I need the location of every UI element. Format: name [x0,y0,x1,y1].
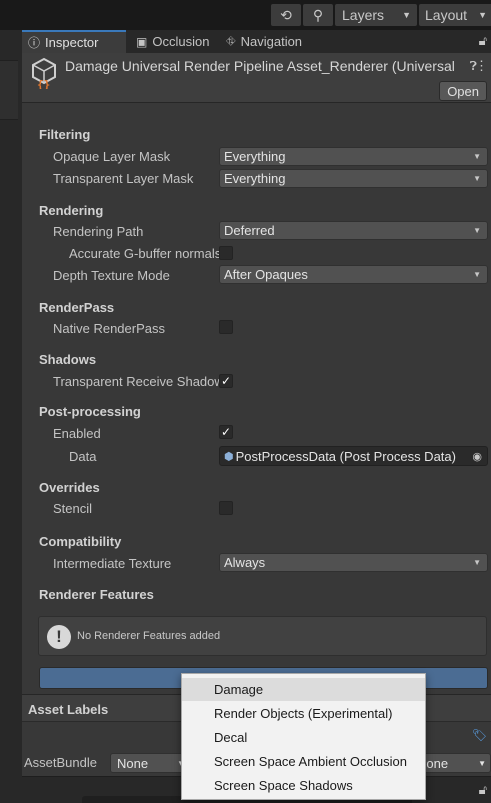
chevron-down-icon: ▼ [473,270,481,279]
accurate-gbuffer-normals-label: Accurate G-buffer normals [69,246,222,261]
left-panel-item[interactable] [0,60,18,120]
tab-navigation[interactable]: ⛗ Navigation [220,30,320,53]
renderer-features-helpbox: ! No Renderer Features added [38,616,487,656]
section-renderpass: RenderPass [39,300,115,315]
depth-texture-mode-dropdown[interactable]: After Opaques ▼ [219,265,488,284]
pp-data-label: Data [69,449,97,464]
svg-text:{}: {} [37,78,50,89]
lock-icon[interactable]: 🔓︎ [479,782,487,798]
open-button[interactable]: Open [439,81,487,101]
inspector-header: {} Damage Universal Render Pipeline Asse… [22,53,491,103]
tab-occlusion[interactable]: ▣ Occlusion [130,30,216,53]
accurate-gbuffer-normals-checkbox[interactable] [219,246,233,260]
pp-data-value: PostProcessData (Post Process Data) [235,448,456,464]
renderer-feature-popup-menu: Damage Render Objects (Experimental) Dec… [181,673,426,800]
pp-enabled-label: Enabled [53,426,101,441]
chevron-down-icon: ▼ [473,174,481,183]
rendering-path-label: Rendering Path [53,224,144,239]
navigation-icon: ⛗ [226,34,236,48]
occlusion-icon: ▣ [136,34,148,49]
section-compatibility: Compatibility [39,534,122,549]
menu-item-ssao[interactable]: Screen Space Ambient Occlusion [182,750,425,773]
section-renderer-features: Renderer Features [39,587,154,602]
history-icon[interactable]: ⟲ [271,4,301,26]
assetbundle-label: AssetBundle [24,755,97,770]
no-renderer-features-message: No Renderer Features added [77,630,221,642]
info-icon: ⓘ [28,36,41,50]
transparent-receive-shadows-label: Transparent Receive Shadows [53,374,231,389]
intermediate-texture-label: Intermediate Texture [53,556,172,571]
menu-item-decal[interactable]: Decal [182,726,425,749]
depth-texture-mode-value: After Opaques [224,267,308,282]
layout-label: Layout [425,7,468,23]
transparent-layer-mask-label: Transparent Layer Mask [53,171,194,186]
opaque-layer-mask-value: Everything [224,149,286,164]
tab-inspector[interactable]: ⓘ Inspector [22,30,126,53]
pp-data-object-field[interactable]: ⬢ PostProcessData (Post Process Data) ◉ [219,446,488,466]
intermediate-texture-value: Always [224,555,266,570]
stencil-label: Stencil [53,501,93,516]
native-renderpass-label: Native RenderPass [53,321,165,336]
layers-dropdown[interactable]: Layers ▼ [335,4,417,26]
section-filtering: Filtering [39,127,91,142]
tab-occlusion-label: Occlusion [152,34,210,49]
chevron-down-icon: ▼ [478,758,486,768]
section-overrides: Overrides [39,480,100,495]
menu-item-render-objects[interactable]: Render Objects (Experimental) [182,702,425,725]
asset-title: Damage Universal Render Pipeline Asset_R… [65,58,455,74]
warning-icon: ! [47,625,71,649]
search-icon[interactable]: ⚲ [303,4,333,26]
object-picker-icon[interactable]: ◉ [472,450,482,463]
tab-inspector-label: Inspector [45,35,99,50]
layout-dropdown[interactable]: Layout ▼ [419,4,491,26]
section-shadows: Shadows [39,352,97,367]
menu-item-damage[interactable]: Damage [182,678,425,701]
assetbundle-dropdown[interactable]: None ▼ [110,753,190,773]
chevron-down-icon: ▼ [473,226,481,235]
assetbundle-value: None [117,755,149,771]
transparent-layer-mask-value: Everything [224,171,286,186]
stencil-checkbox[interactable] [219,501,233,515]
rendering-path-dropdown[interactable]: Deferred ▼ [219,221,488,240]
label-tag-icon[interactable]: 🏷︎ [472,728,487,742]
inspector-tab-bar: ⓘ Inspector ▣ Occlusion ⛗ Navigation 🔓︎ [22,30,491,53]
transparent-receive-shadows-checkbox[interactable]: ✓ [219,374,233,388]
rendering-path-value: Deferred [224,223,275,238]
scriptable-object-icon: ⬢ [224,450,234,463]
inspector-body: Filtering Opaque Layer Mask Everything ▼… [22,104,491,694]
section-rendering: Rendering [39,203,104,218]
chevron-down-icon: ▼ [473,152,481,161]
chevron-down-icon: ▼ [473,558,481,567]
left-panel-edge [0,30,22,803]
opaque-layer-mask-label: Opaque Layer Mask [53,149,171,164]
menu-item-screen-space-shadows[interactable]: Screen Space Shadows [182,774,425,797]
lock-icon[interactable]: 🔓︎ [479,33,487,49]
scriptable-object-icon: {} [32,57,56,89]
tab-navigation-label: Navigation [240,34,303,49]
section-post-processing: Post-processing [39,404,141,419]
intermediate-texture-dropdown[interactable]: Always ▼ [219,553,488,572]
native-renderpass-checkbox[interactable] [219,320,233,334]
transparent-layer-mask-dropdown[interactable]: Everything ▼ [219,169,488,188]
asset-labels-title: Asset Labels [28,702,109,717]
top-toolbar: ⟲ ⚲ Layers ▼ Layout ▼ [0,0,491,30]
more-options-icon[interactable]: ⋮ [475,58,488,74]
opaque-layer-mask-dropdown[interactable]: Everything ▼ [219,147,488,166]
chevron-down-icon: ▼ [402,10,411,20]
depth-texture-mode-label: Depth Texture Mode [53,268,170,283]
pp-enabled-checkbox[interactable]: ✓ [219,425,233,439]
chevron-down-icon: ▼ [478,10,487,20]
layers-label: Layers [342,7,385,23]
